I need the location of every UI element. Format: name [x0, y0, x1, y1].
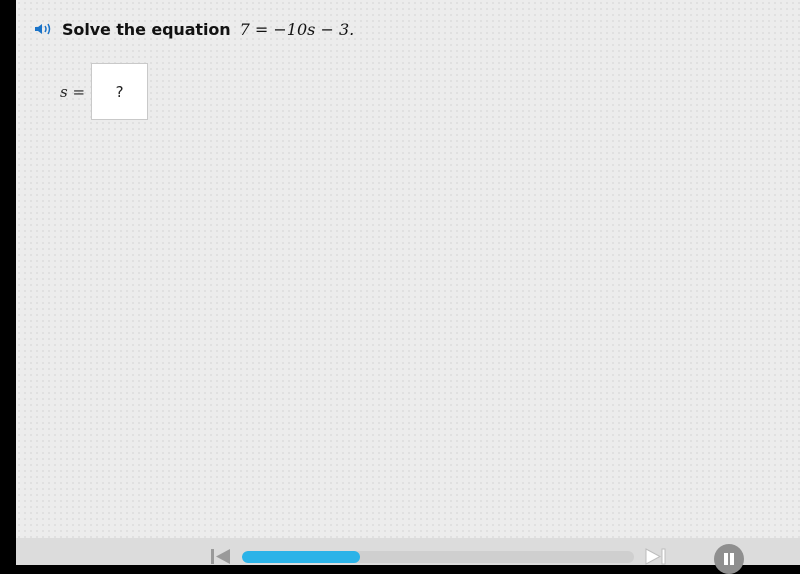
skip-forward-icon[interactable]: [644, 548, 666, 565]
variable-label: s =: [60, 82, 86, 101]
pause-button[interactable]: [714, 544, 744, 574]
answer-input[interactable]: ?: [91, 63, 149, 120]
progress-fill: [242, 551, 360, 563]
player-bar: [16, 538, 800, 574]
progress-bar[interactable]: [242, 551, 634, 563]
question-stage: Solve the equation 7 = −10s − 3. s = ?: [16, 0, 800, 538]
question-equation: 7 = −10s − 3.: [239, 19, 355, 39]
skip-back-icon[interactable]: [210, 548, 232, 565]
answer-row: s = ?: [60, 63, 149, 120]
answer-placeholder: ?: [115, 82, 124, 101]
speaker-icon[interactable]: [34, 22, 52, 36]
question-line: Solve the equation 7 = −10s − 3.: [34, 16, 354, 42]
question-prompt: Solve the equation: [62, 19, 231, 39]
